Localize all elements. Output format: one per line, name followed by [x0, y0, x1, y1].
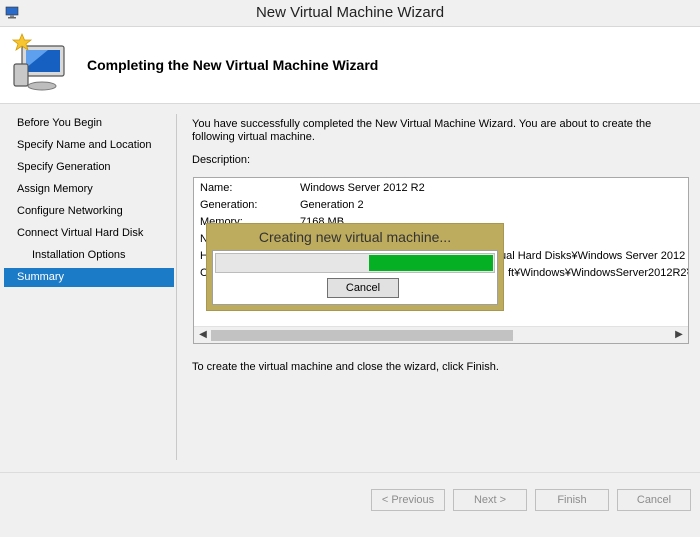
- scrollbar-thumb[interactable]: [211, 330, 513, 341]
- cancel-button[interactable]: Cancel: [617, 489, 691, 511]
- dialog-body: Cancel: [212, 250, 498, 305]
- dialog-cancel-button[interactable]: Cancel: [327, 278, 399, 298]
- next-button[interactable]: Next >: [453, 489, 527, 511]
- nav-item-networking[interactable]: Configure Networking: [4, 202, 174, 221]
- dialog-caption: Creating new virtual machine...: [258, 229, 452, 245]
- nav-item-installation-options[interactable]: Installation Options: [4, 246, 174, 265]
- scroll-left-icon[interactable]: ◀: [196, 328, 210, 342]
- horizontal-scrollbar[interactable]: ◀ ▶: [194, 326, 688, 343]
- progress-fill: [368, 255, 493, 271]
- progress-bar: [215, 253, 495, 273]
- nav-item-name-location[interactable]: Specify Name and Location: [4, 136, 174, 155]
- nav-item-assign-memory[interactable]: Assign Memory: [4, 180, 174, 199]
- page-heading: Completing the New Virtual Machine Wizar…: [87, 57, 379, 73]
- creating-vm-dialog: Creating new virtual machine... Cancel: [206, 223, 504, 311]
- nav-item-before-you-begin[interactable]: Before You Begin: [4, 114, 174, 133]
- desc-value: Generation 2: [300, 199, 364, 211]
- desc-value: Windows Server 2012 R2: [300, 182, 425, 194]
- footer-divider: [0, 472, 700, 473]
- scroll-right-icon[interactable]: ▶: [672, 328, 686, 342]
- window-title: New Virtual Machine Wizard: [255, 4, 445, 21]
- intro-text: You have successfully completed the New …: [192, 118, 652, 143]
- finish-instruction: To create the virtual machine and close …: [192, 361, 499, 373]
- wizard-header: Completing the New Virtual Machine Wizar…: [0, 27, 700, 104]
- desc-value: ft¥Windows¥WindowsServer2012R2¥j: [508, 267, 689, 279]
- new-vm-wizard-icon: [11, 32, 65, 91]
- nav-item-generation[interactable]: Specify Generation: [4, 158, 174, 177]
- nav-divider: [176, 114, 177, 460]
- title-bar: New Virtual Machine Wizard: [0, 0, 700, 27]
- nav-item-virtual-hard-disk[interactable]: Connect Virtual Hard Disk: [4, 224, 174, 243]
- desc-key: Generation:: [200, 199, 258, 211]
- desc-value: ual Hard Disks¥Windows Server 2012 R: [500, 250, 689, 262]
- nav-item-summary[interactable]: Summary: [4, 268, 174, 287]
- finish-button[interactable]: Finish: [535, 489, 609, 511]
- desc-key: Name:: [200, 182, 233, 194]
- description-label: Description:: [192, 154, 251, 166]
- previous-button[interactable]: < Previous: [371, 489, 445, 511]
